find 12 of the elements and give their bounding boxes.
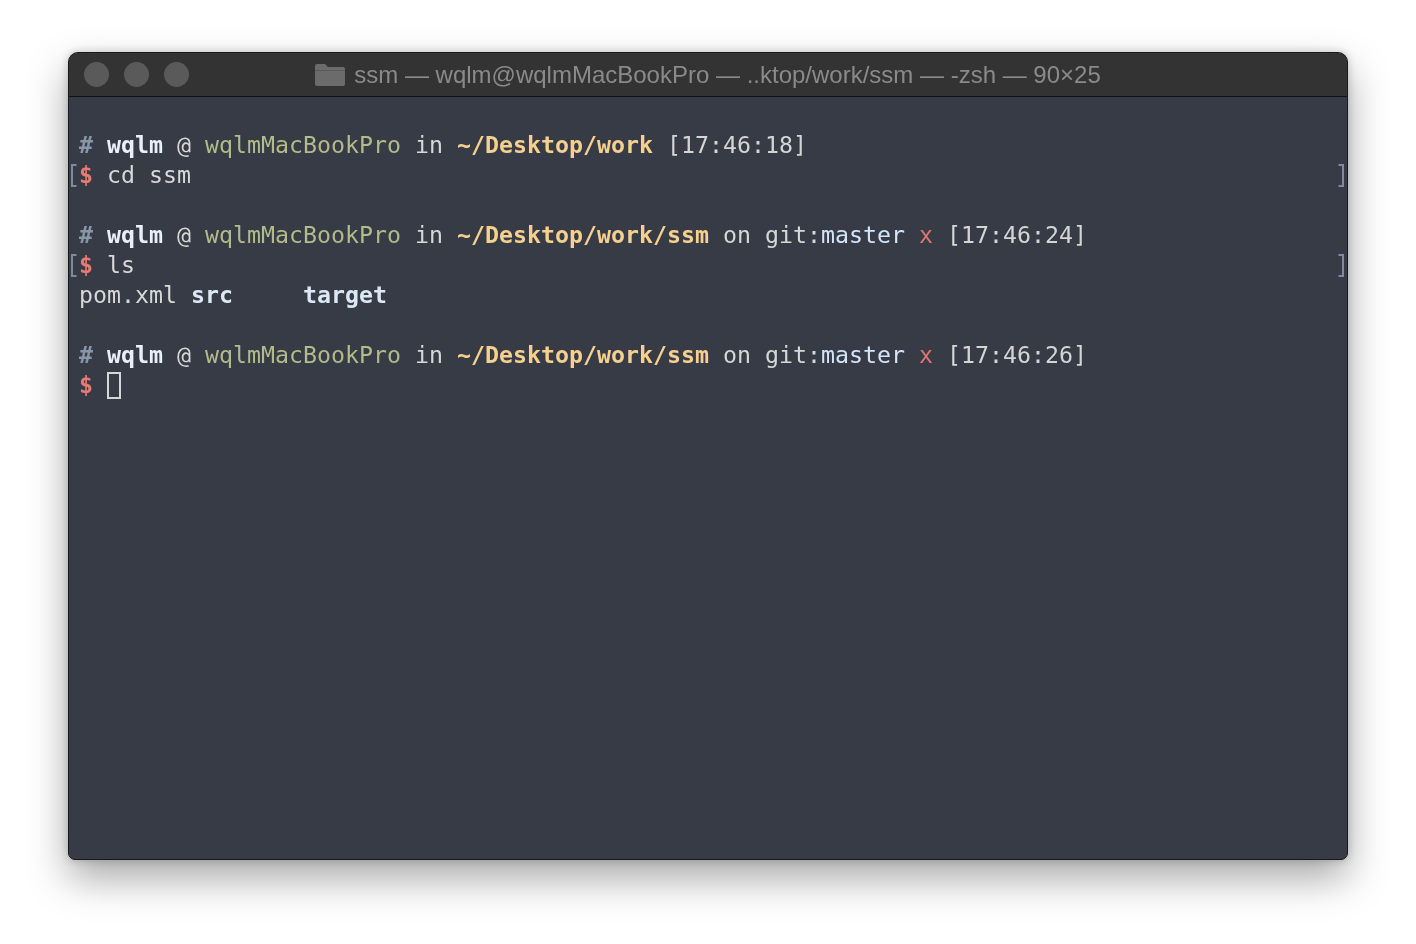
- folder-icon: [315, 63, 346, 86]
- prompt-symbol: $: [79, 370, 93, 400]
- command-line: $ ls: [79, 250, 135, 280]
- maximize-button[interactable]: [164, 62, 189, 87]
- prompt-line: # wqlm @ wqlmMacBookPro in ~/Desktop/work/ssm on git:master x [17:46:24]: [79, 220, 1087, 250]
- ls-output: pom.xml src target: [79, 280, 387, 310]
- command-line: $ cd ssm: [79, 160, 191, 190]
- close-button[interactable]: [84, 62, 109, 87]
- minimize-button[interactable]: [124, 62, 149, 87]
- prompt-line: # wqlm @ wqlmMacBookPro in ~/Desktop/work [17:46:18]: [79, 130, 807, 160]
- window-title: ssm — wqlm@wqlmMacBookPro — ..ktop/work/ssm — -zsh — 90×25: [354, 60, 1101, 89]
- prompt-line: # wqlm @ wqlmMacBookPro in ~/Desktop/work/ssm on git:master x [17:46:26]: [79, 340, 1087, 370]
